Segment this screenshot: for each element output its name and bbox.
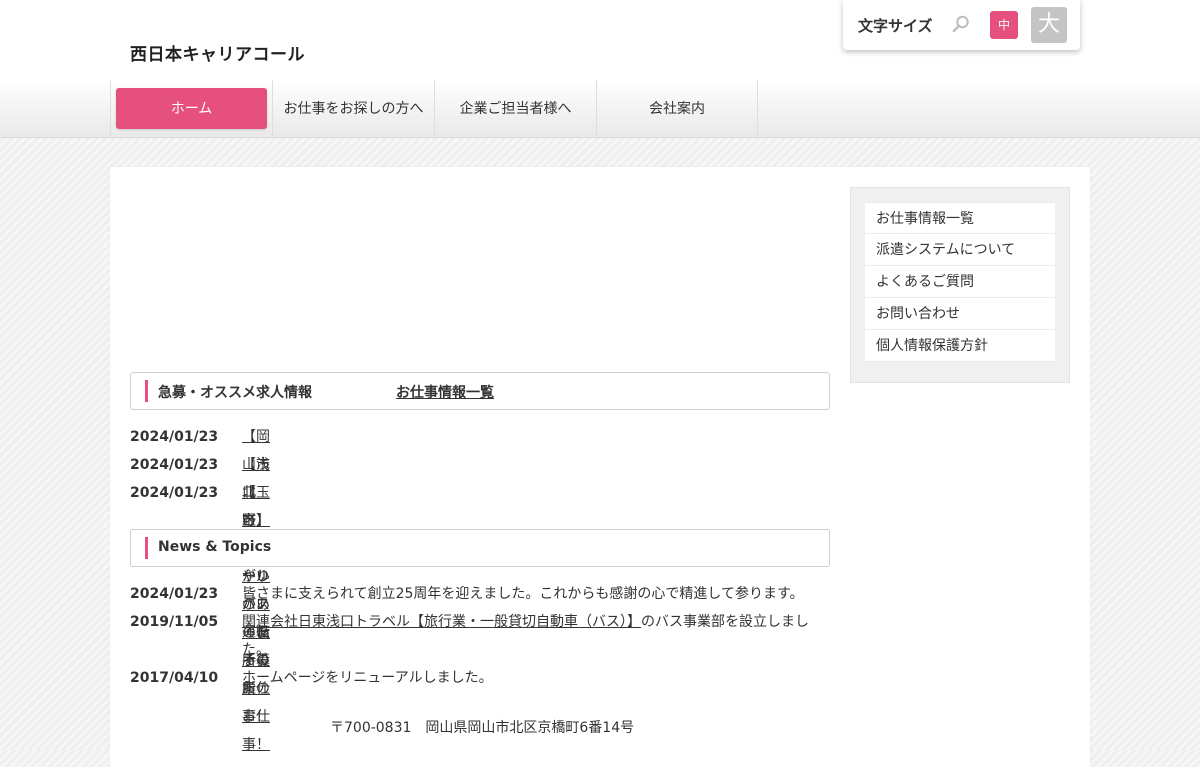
- nav-job-seekers[interactable]: お仕事をお探しの方へ: [272, 80, 434, 136]
- nav-companies[interactable]: 企業ご担当者様へ: [434, 80, 596, 136]
- nav-company-info[interactable]: 会社案内: [596, 80, 758, 136]
- sidebar-item-faq[interactable]: よくあるご質問: [865, 266, 1055, 298]
- main-content: 急募・オススメ求人情報 お仕事情報一覧 2024/01/23 【岡山市北区】やり…: [110, 167, 1090, 767]
- sidebar-menu: お仕事情報一覧 派遣システムについて よくあるご質問 お問い合わせ 個人情報保護…: [865, 202, 1055, 362]
- font-size-label: 文字サイズ: [858, 17, 933, 35]
- jobs-section-title: 急募・オススメ求人情報: [158, 385, 312, 401]
- news-text: 関連会社日東浅口トラベル【旅行業・一般貸切自動車（バス）】のバス事業部を設立しま…: [242, 608, 820, 664]
- news-date: 2019/11/05: [130, 614, 219, 630]
- news-text: 皆さまに支えられて創立25周年を迎えました。これからも感謝の心で精進して参ります…: [242, 586, 804, 602]
- job-list-link[interactable]: お仕事情報一覧: [396, 382, 494, 402]
- main-nav: ホーム お仕事をお探しの方へ 企業ご担当者様へ 会社案内: [110, 80, 758, 136]
- news-link[interactable]: 関連会社日東浅口トラベル【旅行業・一般貸切自動車（バス）】: [242, 614, 641, 630]
- news-text: ホームページをリニューアルしました。: [242, 670, 493, 686]
- sidebar-item-dispatch-system[interactable]: 派遣システムについて: [865, 234, 1055, 266]
- news-section-title: News & Topics: [158, 539, 272, 555]
- job-date: 2024/01/23: [130, 429, 219, 445]
- sidebar-item-privacy-policy[interactable]: 個人情報保護方針: [865, 330, 1055, 362]
- job-date: 2024/01/23: [130, 485, 219, 501]
- job-date: 2024/01/23: [130, 457, 219, 473]
- section-accent-bar: [145, 380, 148, 402]
- font-size-medium-button[interactable]: 中: [990, 11, 1018, 39]
- sidebar: お仕事情報一覧 派遣システムについて よくあるご質問 お問い合わせ 個人情報保護…: [850, 187, 1070, 383]
- news-date: 2017/04/10: [130, 670, 219, 686]
- section-accent-bar: [145, 537, 148, 559]
- font-size-large-button[interactable]: 大: [1031, 7, 1067, 43]
- nav-home[interactable]: ホーム: [110, 80, 272, 136]
- nav-home-label: ホーム: [116, 87, 267, 129]
- news-date: 2024/01/23: [130, 586, 219, 602]
- news-section-header: News & Topics: [130, 529, 830, 567]
- site-title[interactable]: 西日本キャリアコール: [130, 40, 305, 65]
- sidebar-item-job-list[interactable]: お仕事情報一覧: [865, 202, 1055, 234]
- sidebar-item-contact[interactable]: お問い合わせ: [865, 298, 1055, 330]
- font-size-panel: 文字サイズ 中 大: [843, 0, 1080, 50]
- footer-address: 〒700-0831 岡山県岡山市北区京橋町6番14号: [330, 720, 635, 736]
- search-icon: [952, 15, 970, 33]
- jobs-section-header: 急募・オススメ求人情報 お仕事情報一覧: [130, 372, 830, 410]
